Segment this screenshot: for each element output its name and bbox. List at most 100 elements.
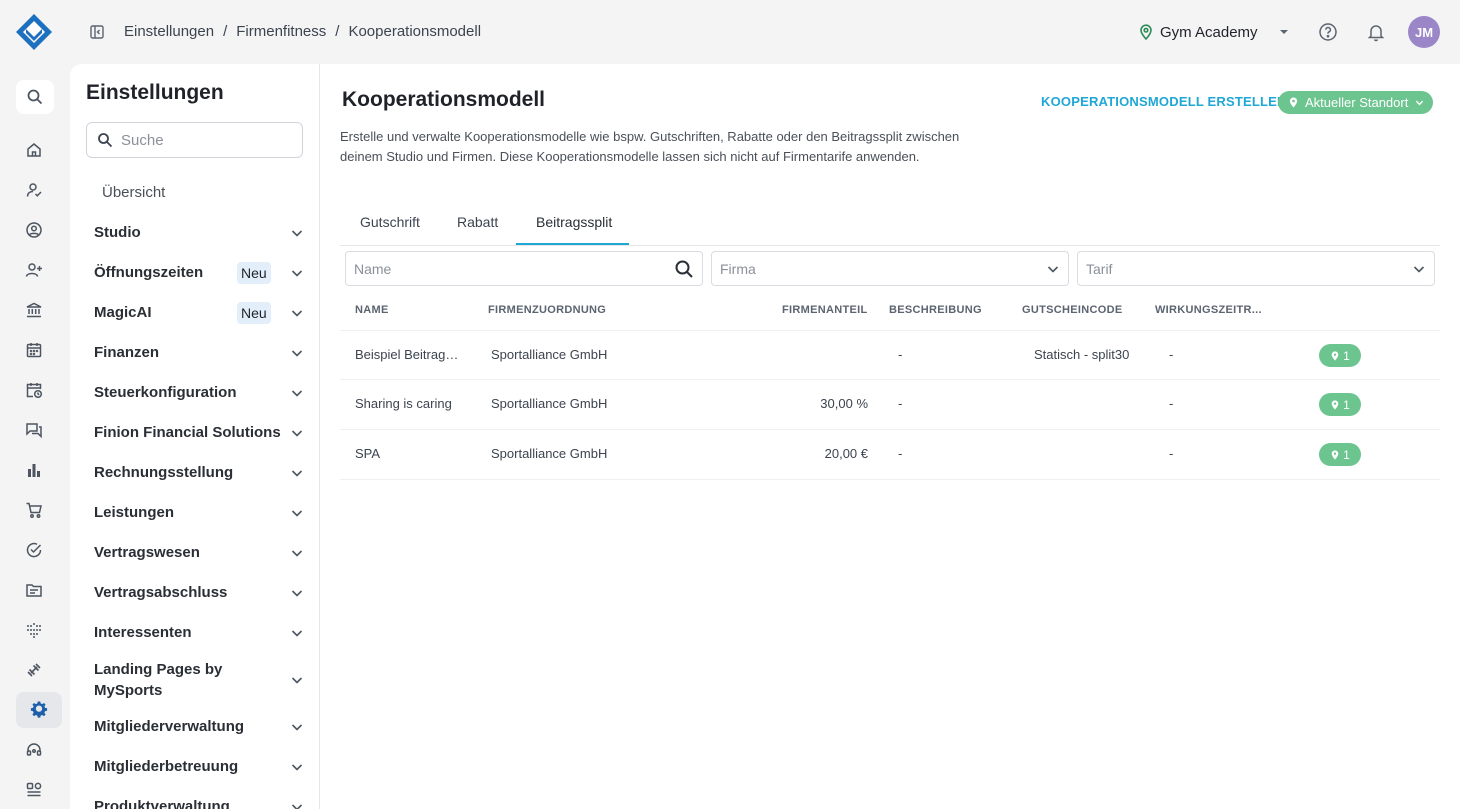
chevron-down-icon: [291, 389, 303, 397]
column-header-wirkungszeitraum[interactable]: WIRKUNGSZEITR...: [1155, 304, 1262, 316]
sidebar-item-label: Vertragsabschluss: [94, 584, 228, 601]
location-filter-label: Aktueller Standort: [1305, 95, 1409, 110]
sidebar-item-produktverwaltung[interactable]: Produktverwaltung: [94, 796, 304, 809]
location-pin-icon: [1331, 449, 1339, 460]
breadcrumb-item-einstellungen[interactable]: Einstellungen: [124, 22, 214, 42]
breadcrumb: Einstellungen / Firmenfitness / Kooperat…: [124, 22, 481, 42]
search-icon[interactable]: [674, 259, 694, 279]
apps-icon[interactable]: [14, 772, 54, 808]
bank-icon[interactable]: [14, 292, 54, 328]
search-input[interactable]: [121, 131, 291, 149]
cell-name: SPA: [355, 446, 381, 461]
chevron-down-icon: [291, 677, 303, 684]
sidebar-item-finanzen[interactable]: Finanzen: [94, 342, 304, 363]
sidebar-item-oeffnungszeiten[interactable]: Öffnungszeiten Neu: [94, 261, 304, 284]
column-header-gutscheincode[interactable]: GUTSCHEINCODE: [1022, 304, 1122, 316]
table-row[interactable]: Sharing is caring Sportalliance GmbH 30,…: [340, 380, 1440, 430]
name-filter-input[interactable]: Name: [345, 251, 703, 286]
column-header-firmenanteil[interactable]: FIRMENANTEIL: [782, 304, 867, 316]
sidebar-item-label: Produktverwaltung: [94, 798, 230, 809]
chevron-down-icon: [1413, 265, 1425, 273]
location-count: 1: [1343, 447, 1350, 462]
calendar-clock-icon[interactable]: [14, 372, 54, 408]
sidebar-toggle-icon[interactable]: [89, 24, 105, 40]
location-count-badge[interactable]: 1: [1319, 344, 1361, 367]
icon-rail: [0, 64, 70, 809]
column-header-firmenzuordnung[interactable]: FIRMENZUORDNUNG: [488, 304, 606, 316]
dumbbell-icon[interactable]: [14, 652, 54, 688]
location-pin-icon: [1140, 24, 1152, 40]
app-logo-icon[interactable]: [14, 12, 54, 52]
location-count-badge[interactable]: 1: [1319, 393, 1361, 416]
tarif-filter-placeholder: Tarif: [1086, 260, 1113, 277]
column-header-name[interactable]: NAME: [355, 304, 389, 316]
sidebar-item-vertragswesen[interactable]: Vertragswesen: [94, 542, 304, 563]
create-cooperation-button[interactable]: KOOPERATIONSMODELL ERSTELLEN: [1041, 94, 1287, 109]
user-check-icon[interactable]: [14, 172, 54, 208]
table-row[interactable]: SPA Sportalliance GmbH 20,00 € - - 1: [340, 430, 1440, 480]
sidebar-item-mitgliederverwaltung[interactable]: Mitgliederverwaltung: [94, 716, 304, 737]
sidebar-item-rechnungsstellung[interactable]: Rechnungsstellung: [94, 462, 304, 483]
gear-icon[interactable]: [16, 692, 62, 728]
sidebar-item-label: Leistungen: [94, 504, 175, 521]
sidebar-item-magicai[interactable]: MagicAI Neu: [94, 301, 304, 324]
location-filter-button[interactable]: Aktueller Standort: [1278, 91, 1434, 114]
table-row[interactable]: Beispiel Beitrag… Sportalliance GmbH - S…: [340, 330, 1440, 380]
breadcrumb-item-current: Kooperationsmodell: [348, 23, 482, 40]
top-bar: Einstellungen / Firmenfitness / Kooperat…: [0, 0, 1460, 64]
tab-gutschrift[interactable]: Gutschrift: [360, 214, 420, 230]
location-pin-icon: [1331, 399, 1339, 410]
cell-beschreibung: -: [898, 446, 903, 461]
sidebar-item-steuerkonfiguration[interactable]: Steuerkonfiguration: [94, 382, 304, 403]
location-pin-icon: [1289, 97, 1298, 108]
sidebar-item-label: Studio: [94, 224, 141, 241]
column-header-beschreibung[interactable]: BESCHREIBUNG: [889, 304, 982, 316]
sidebar-item-label: Mitgliederverwaltung: [94, 718, 245, 735]
sidebar-item-overview[interactable]: Übersicht: [102, 184, 165, 201]
location-pin-icon: [1331, 350, 1339, 361]
chevron-down-icon: [291, 723, 303, 731]
dots-grid-icon[interactable]: [14, 612, 54, 648]
sidebar-item-label: Steuerkonfiguration: [94, 384, 237, 401]
home-icon[interactable]: [14, 132, 54, 168]
sidebar-item-label: Landing Pages by MySports: [94, 661, 223, 699]
sidebar-item-mitgliederbetreuung[interactable]: Mitgliederbetreuung: [94, 756, 304, 777]
firma-filter-select[interactable]: Firma: [711, 251, 1069, 286]
new-badge: Neu: [237, 301, 271, 324]
sidebar-item-leistungen[interactable]: Leistungen: [94, 502, 304, 523]
breadcrumb-item-firmenfitness[interactable]: Firmenfitness: [236, 22, 326, 42]
sidebar-item-label: Finanzen: [94, 344, 160, 361]
bell-icon[interactable]: [1365, 21, 1387, 43]
breadcrumb-separator: /: [335, 23, 340, 40]
sidebar-item-landing-pages[interactable]: Landing Pages by MySports: [94, 659, 304, 701]
tab-beitragssplit[interactable]: Beitragssplit: [536, 214, 612, 230]
check-circle-icon[interactable]: [14, 532, 54, 568]
account-circle-icon[interactable]: [14, 212, 54, 248]
chevron-down-icon: [291, 509, 303, 517]
tarif-filter-select[interactable]: Tarif: [1077, 251, 1435, 286]
sidebar-item-vertragsabschluss[interactable]: Vertragsabschluss: [94, 582, 304, 603]
tab-rabatt[interactable]: Rabatt: [457, 214, 498, 230]
folder-icon[interactable]: [14, 572, 54, 608]
chevron-down-icon: [291, 349, 303, 357]
chevron-down-icon: [291, 309, 303, 317]
help-icon[interactable]: [1317, 21, 1339, 43]
sidebar-item-label: Öffnungszeiten: [94, 264, 204, 281]
search-icon[interactable]: [16, 80, 54, 114]
sidebar-item-interessenten[interactable]: Interessenten: [94, 622, 304, 643]
studio-selector[interactable]: Gym Academy: [1138, 20, 1290, 44]
location-count-badge[interactable]: 1: [1319, 443, 1361, 466]
avatar[interactable]: JM: [1408, 16, 1440, 48]
sidebar-item-studio[interactable]: Studio: [94, 222, 304, 243]
sidebar-item-finion[interactable]: Finion Financial Solutions: [94, 422, 304, 443]
sidebar-search[interactable]: [86, 122, 303, 158]
user-add-icon[interactable]: [14, 252, 54, 288]
bar-chart-icon[interactable]: [14, 452, 54, 488]
page-description: Erstelle und verwalte Kooperationsmodell…: [340, 129, 960, 164]
calendar-icon[interactable]: [14, 332, 54, 368]
breadcrumb-separator: /: [223, 23, 228, 40]
chevron-down-icon: [291, 429, 303, 437]
chat-icon[interactable]: [14, 412, 54, 448]
cart-icon[interactable]: [14, 492, 54, 528]
headset-icon[interactable]: [14, 732, 54, 768]
